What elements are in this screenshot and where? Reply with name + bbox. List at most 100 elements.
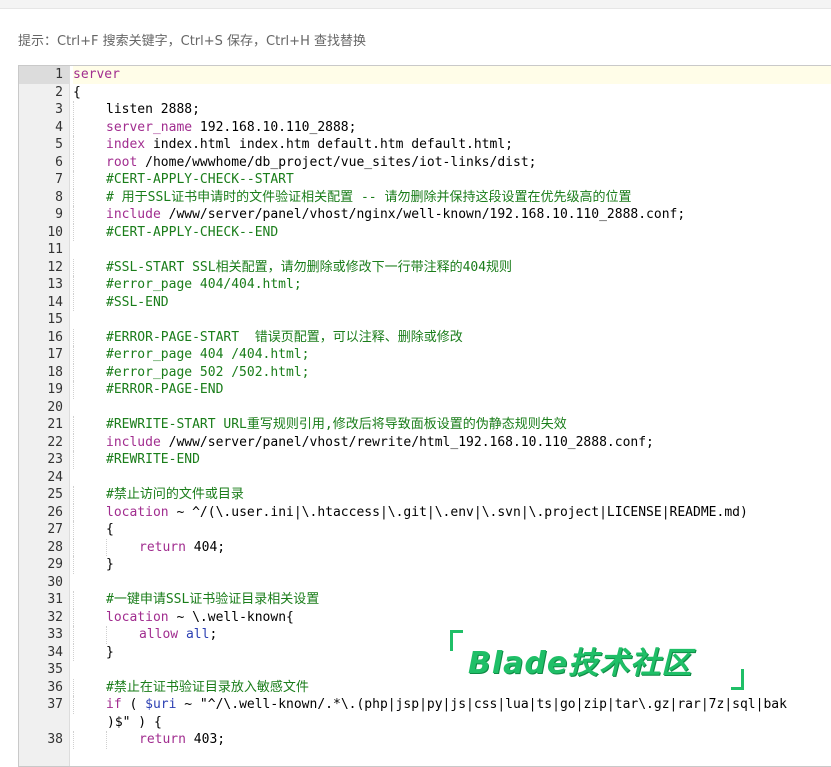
code-text[interactable]: #CERT-APPLY-CHECK--END — [106, 224, 831, 242]
code-text[interactable]: #error_page 404/404.html; — [106, 276, 831, 294]
code-line[interactable]: 26 location ~ ^/(\.user.ini|\.htaccess|\.… — [19, 503, 831, 522]
code-line[interactable]: 3 listen 2888; — [19, 101, 831, 119]
code-line[interactable]: 6 root /home/wwwhome/db_project/vue_sites… — [19, 153, 831, 172]
code-line[interactable]: 15 — [19, 311, 831, 329]
code-text[interactable]: root /home/wwwhome/db_project/vue_sites/… — [106, 154, 831, 172]
code-text[interactable]: { — [106, 521, 831, 539]
code-line[interactable]: 37 if ( $uri ~ "^/\.well-known/.*\.(php|j… — [19, 696, 831, 714]
code-text[interactable]: location ~ \.well-known{ — [106, 609, 831, 627]
code-line[interactable]: 20 — [19, 399, 831, 417]
code-line[interactable]: 10 #CERT-APPLY-CHECK--END — [19, 223, 831, 242]
code-text[interactable] — [73, 661, 831, 679]
code-token-plain: { — [106, 522, 114, 537]
code-token-cm: #禁止访问的文件或目录 — [106, 487, 244, 502]
code-text[interactable]: return 404; — [139, 539, 831, 557]
code-text[interactable]: server_name 192.168.10.110_2888; — [106, 119, 831, 137]
code-text[interactable]: if ( $uri ~ "^/\.well-known/.*\.(php|jsp… — [106, 696, 831, 714]
code-line[interactable]: 34} — [19, 643, 831, 662]
code-token-cm: #CERT-APPLY-CHECK--END — [106, 224, 279, 240]
code-text[interactable]: #禁止在证书验证目录放入敏感文件 — [106, 679, 831, 697]
code-line[interactable]: 25 #禁止访问的文件或目录 — [19, 486, 831, 504]
code-text[interactable]: #一键申请SSL证书验证目录相关设置 — [106, 591, 831, 609]
code-text[interactable]: #CERT-APPLY-CHECK--START — [106, 171, 831, 189]
code-line[interactable]: 33 allow all; — [19, 626, 831, 644]
code-line[interactable]: 5 index index.html index.htm default.htm … — [19, 136, 831, 154]
code-text[interactable]: #error_page 404 /404.html; — [106, 346, 831, 364]
code-line[interactable]: 2{ — [19, 84, 831, 102]
indent-guide — [106, 626, 107, 644]
code-token-plain: } — [106, 557, 114, 572]
code-text[interactable]: return 403; — [139, 731, 831, 749]
code-line-wrapped[interactable]: )$" ) { — [19, 714, 831, 732]
code-line[interactable]: 14 #SSL-END — [19, 293, 831, 312]
code-text[interactable] — [73, 399, 831, 417]
code-text[interactable]: listen 2888; — [106, 101, 831, 119]
code-line[interactable]: 36 #禁止在证书验证目录放入敏感文件 — [19, 678, 831, 697]
code-line[interactable]: 18 #error_page 502 /502.html; — [19, 363, 831, 382]
code-line[interactable]: 16 #ERROR-PAGE-START 错误页配置，可以注释、删除或修改 — [19, 328, 831, 347]
code-token-plain: 192.168.10.110_2888; — [192, 119, 357, 135]
line-number: 14 — [47, 294, 63, 310]
code-line[interactable]: 1 server — [19, 66, 831, 84]
code-text[interactable]: } — [106, 556, 831, 574]
code-line[interactable]: 32 location ~ \.well-known{ — [19, 608, 831, 627]
code-text[interactable]: server — [73, 66, 831, 84]
code-line[interactable]: 30 — [19, 574, 831, 592]
top-toolbar-strip — [0, 0, 831, 9]
line-number: 22 — [47, 434, 63, 450]
code-line[interactable]: 19 #ERROR-PAGE-END — [19, 381, 831, 399]
code-line[interactable]: 9 include /www/server/panel/vhost/nginx/w… — [19, 206, 831, 224]
code-line[interactable]: 17 #error_page 404 /404.html; — [19, 346, 831, 364]
code-line[interactable]: 12 #SSL-START SSL相关配置，请勿删除或修改下一行带注释的404规则 — [19, 258, 831, 277]
code-text[interactable]: allow all; — [139, 626, 831, 644]
indent-guide — [73, 433, 74, 451]
code-editor[interactable]: 1 server 2{3 listen 2888; 4 server_name 192.1… — [18, 65, 831, 767]
code-line[interactable]: 21 #REWRITE-START URL重写规则引用,修改后将导致面板设置的伪静… — [19, 416, 831, 434]
code-token-kw: server_name — [106, 119, 193, 135]
code-text[interactable] — [73, 469, 831, 487]
code-text[interactable]: #SSL-START SSL相关配置，请勿删除或修改下一行带注释的404规则 — [106, 259, 831, 277]
indent-guide — [73, 591, 74, 609]
code-text[interactable]: location ~ ^/(\.user.ini|\.htaccess|\.gi… — [106, 504, 831, 522]
code-line[interactable]: 11 — [19, 241, 831, 259]
code-text[interactable]: include /www/server/panel/vhost/nginx/we… — [106, 206, 831, 224]
code-text[interactable] — [73, 311, 831, 329]
code-line[interactable]: 22 include /www/server/panel/vhost/rewrit… — [19, 433, 831, 452]
code-line[interactable]: 29} — [19, 556, 831, 574]
code-token-kw: root — [106, 154, 138, 170]
code-line[interactable]: 31 #一键申请SSL证书验证目录相关设置 — [19, 591, 831, 609]
code-text[interactable]: #REWRITE-END — [106, 451, 831, 469]
line-number: 19 — [47, 382, 63, 397]
code-text[interactable]: index index.html index.htm default.htm d… — [106, 136, 831, 154]
code-text[interactable]: #ERROR-PAGE-START 错误页配置，可以注释、删除或修改 — [106, 329, 831, 347]
code-line[interactable]: 35 — [19, 661, 831, 679]
code-line[interactable]: 24 — [19, 469, 831, 487]
indent-guide — [73, 206, 74, 224]
code-lines[interactable]: 1 server 2{3 listen 2888; 4 server_name 192.1… — [19, 66, 831, 749]
line-number: 24 — [47, 469, 63, 485]
code-token-plain: /home/wwwhome/db_project/vue_sites/iot-l… — [137, 154, 537, 170]
code-text[interactable] — [73, 241, 831, 259]
code-text[interactable]: #REWRITE-START URL重写规则引用,修改后将导致面板设置的伪静态规… — [106, 416, 831, 434]
code-text[interactable]: #error_page 502 /502.html; — [106, 364, 831, 382]
code-token-kw: return — [139, 732, 186, 747]
code-line[interactable]: 13 #error_page 404/404.html; — [19, 276, 831, 294]
code-line[interactable]: 38 return 403; — [19, 731, 831, 749]
code-text[interactable]: include /www/server/panel/vhost/rewrite/… — [106, 434, 831, 452]
code-text[interactable]: { — [73, 84, 831, 102]
indent-guide — [73, 451, 74, 469]
code-line[interactable]: 28 return 404; — [19, 538, 831, 557]
code-line[interactable]: 4 server_name 192.168.10.110_2888; — [19, 118, 831, 137]
code-text[interactable]: )$" ) { — [107, 714, 831, 732]
code-line[interactable]: 8 # 用于SSL证书申请时的文件验证相关配置 -- 请勿删除并保持这段设置在优先… — [19, 188, 831, 207]
code-line[interactable]: 23 #REWRITE-END — [19, 451, 831, 469]
code-text[interactable]: #ERROR-PAGE-END — [106, 381, 831, 399]
line-number: 15 — [47, 312, 63, 327]
code-line[interactable]: 7 #CERT-APPLY-CHECK--START — [19, 171, 831, 189]
code-text[interactable]: } — [106, 644, 831, 662]
code-text[interactable] — [73, 574, 831, 592]
code-text[interactable]: #SSL-END — [106, 294, 831, 312]
code-text[interactable]: #禁止访问的文件或目录 — [106, 486, 831, 504]
code-line[interactable]: 27 { — [19, 521, 831, 539]
code-text[interactable]: # 用于SSL证书申请时的文件验证相关配置 -- 请勿删除并保持这段设置在优先级… — [106, 189, 831, 207]
